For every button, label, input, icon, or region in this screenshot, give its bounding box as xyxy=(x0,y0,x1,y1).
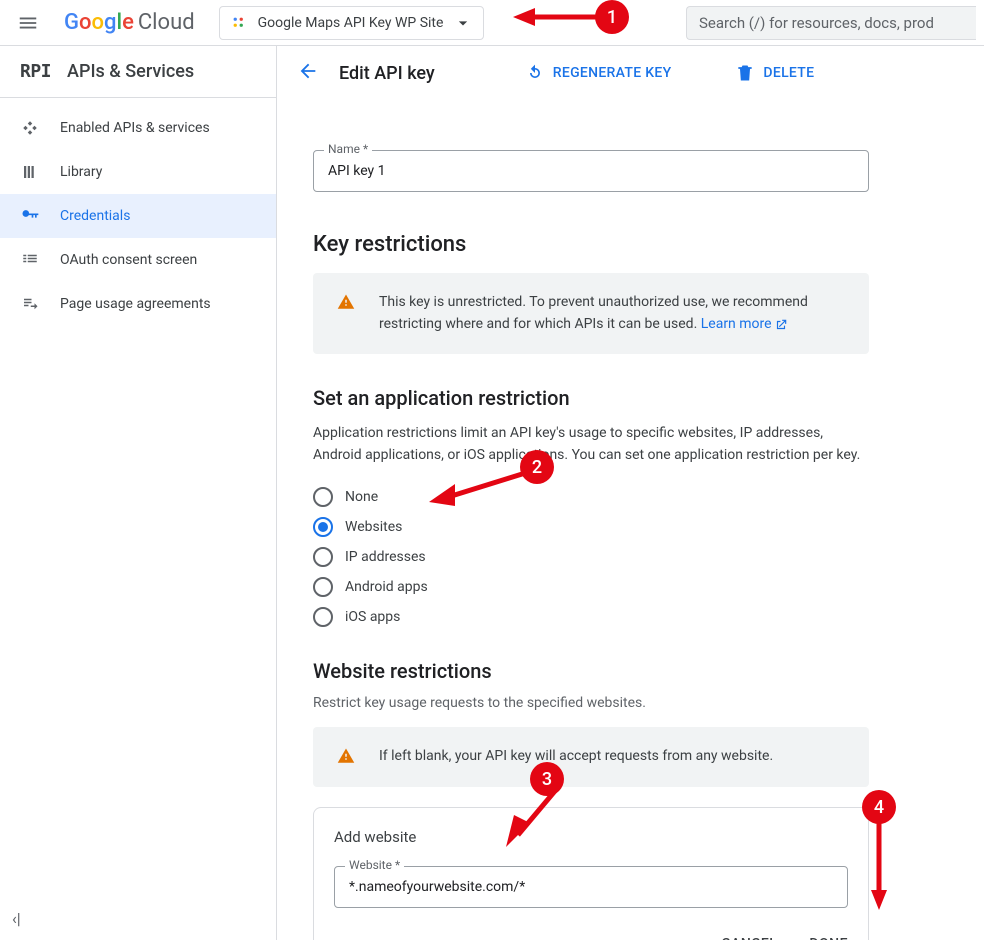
regenerate-key-button[interactable]: REGENERATE KEY xyxy=(525,63,672,83)
website-field[interactable]: Website * xyxy=(334,866,848,908)
name-label: Name * xyxy=(324,142,372,156)
project-picker[interactable]: Google Maps API Key WP Site xyxy=(219,6,485,40)
sidebar-item-page-usage[interactable]: Page usage agreements xyxy=(0,282,276,326)
project-name: Google Maps API Key WP Site xyxy=(258,15,444,31)
warning-icon xyxy=(337,293,355,315)
sidebar-header[interactable]: RPI APIs & Services xyxy=(0,46,276,98)
agreements-icon xyxy=(20,295,40,313)
radio-android[interactable]: Android apps xyxy=(313,577,869,597)
sidebar-item-label: Credentials xyxy=(60,208,130,224)
menu-icon[interactable] xyxy=(8,3,48,43)
app-restriction-desc: Application restrictions limit an API ke… xyxy=(313,422,869,467)
website-restrictions-heading: Website restrictions xyxy=(313,659,869,683)
sidebar-title: APIs & Services xyxy=(67,61,194,82)
sidebar-item-label: Enabled APIs & services xyxy=(60,120,210,136)
sidebar-item-library[interactable]: Library xyxy=(0,150,276,194)
page-title: Edit API key xyxy=(339,63,435,84)
add-website-section: Add website Website * CANCEL DONE xyxy=(313,807,869,940)
top-bar: Google Cloud Google Maps API Key WP Site… xyxy=(0,0,984,46)
external-link-icon xyxy=(774,318,788,332)
website-blank-warning: If left blank, your API key will accept … xyxy=(313,727,869,787)
sidebar: RPI APIs & Services Enabled APIs & servi… xyxy=(0,46,277,940)
learn-more-link[interactable]: Learn more xyxy=(701,316,788,332)
google-cloud-logo[interactable]: Google Cloud xyxy=(56,10,203,35)
radio-ios[interactable]: iOS apps xyxy=(313,607,869,627)
name-input[interactable] xyxy=(314,151,868,191)
cancel-button[interactable]: CANCEL xyxy=(721,936,777,940)
radio-ip[interactable]: IP addresses xyxy=(313,547,869,567)
sidebar-item-label: Library xyxy=(60,164,102,180)
sidebar-item-credentials[interactable]: Credentials xyxy=(0,194,276,238)
sidebar-item-label: OAuth consent screen xyxy=(60,252,197,268)
search-input[interactable]: Search (/) for resources, docs, prod xyxy=(686,6,976,40)
refresh-icon xyxy=(525,63,545,83)
dropdown-icon xyxy=(453,13,473,33)
app-restriction-radios: None Websites IP addresses Android apps … xyxy=(313,487,869,627)
app-restriction-heading: Set an application restriction xyxy=(313,386,869,410)
key-restrictions-heading: Key restrictions xyxy=(313,232,869,257)
sidebar-item-oauth[interactable]: OAuth consent screen xyxy=(0,238,276,282)
warning-icon xyxy=(337,747,355,769)
consent-icon xyxy=(20,251,40,269)
search-placeholder: Search (/) for resources, docs, prod xyxy=(699,14,934,32)
main-content: Edit API key REGENERATE KEY DELETE Name … xyxy=(277,46,984,940)
done-button[interactable]: DONE xyxy=(809,936,848,940)
api-icon: RPI xyxy=(20,61,51,82)
collapse-sidebar-icon[interactable]: ‹| xyxy=(12,909,21,928)
key-restrictions-warning: This key is unrestricted. To prevent una… xyxy=(313,273,869,354)
radio-websites[interactable]: Websites xyxy=(313,517,869,537)
key-icon xyxy=(20,206,40,226)
name-field[interactable]: Name * xyxy=(313,150,869,192)
website-input[interactable] xyxy=(335,867,847,907)
library-icon xyxy=(20,163,40,181)
sidebar-item-enabled-apis[interactable]: Enabled APIs & services xyxy=(0,106,276,150)
sidebar-item-label: Page usage agreements xyxy=(60,296,211,312)
delete-label: DELETE xyxy=(763,65,814,81)
add-website-title: Add website xyxy=(334,828,848,846)
regenerate-label: REGENERATE KEY xyxy=(553,65,672,81)
website-label: Website * xyxy=(345,858,404,872)
back-arrow-icon[interactable] xyxy=(297,60,319,86)
trash-icon xyxy=(735,63,755,83)
website-restrictions-desc: Restrict key usage requests to the speci… xyxy=(313,695,869,711)
cloud-label: Cloud xyxy=(138,10,195,35)
diamond-icon xyxy=(20,119,40,137)
warning-text: If left blank, your API key will accept … xyxy=(379,748,773,764)
delete-button[interactable]: DELETE xyxy=(735,63,814,83)
radio-none[interactable]: None xyxy=(313,487,869,507)
